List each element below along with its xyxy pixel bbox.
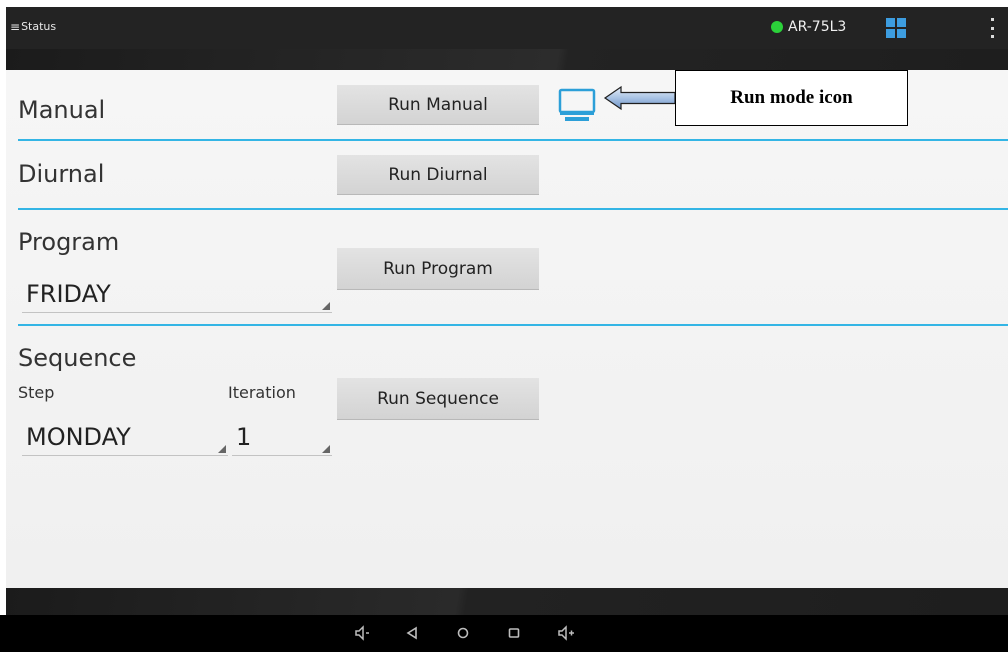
manual-divider: [18, 139, 1008, 141]
grid-icon[interactable]: [886, 18, 906, 38]
overflow-menu-icon[interactable]: [990, 18, 994, 38]
hamburger-menu-icon: ≡: [10, 19, 21, 34]
iteration-selected: 1: [236, 423, 252, 451]
program-selected: FRIDAY: [26, 280, 111, 308]
dropdown-triangle-icon: [322, 445, 330, 453]
dropdown-triangle-icon: [218, 445, 226, 453]
run-diurnal-button[interactable]: Run Diurnal: [337, 155, 539, 195]
diurnal-divider: [18, 208, 1008, 210]
iteration-label: Iteration: [228, 383, 296, 402]
diurnal-title: Diurnal: [18, 160, 105, 188]
device-name: AR-75L3: [788, 19, 847, 35]
run-manual-button[interactable]: Run Manual: [337, 85, 539, 125]
step-label: Step: [18, 383, 55, 402]
connection-status-icon: [771, 21, 783, 33]
manual-title: Manual: [18, 96, 106, 124]
sequence-title: Sequence: [18, 344, 137, 372]
annotation-callout: Run mode icon: [675, 70, 908, 126]
run-panel: Manual Run Manual Diurnal Run Diurnal Pr…: [6, 70, 1008, 588]
back-icon[interactable]: [405, 624, 419, 642]
device-indicator[interactable]: AR-75L3: [771, 19, 846, 35]
recents-icon[interactable]: [506, 624, 522, 642]
program-spinner[interactable]: FRIDAY: [22, 270, 332, 313]
status-menu-button[interactable]: ≡ Status: [10, 20, 56, 33]
step-spinner[interactable]: MONDAY: [22, 410, 228, 456]
program-title: Program: [18, 228, 120, 256]
volume-down-icon[interactable]: [353, 624, 371, 642]
run-program-button[interactable]: Run Program: [337, 248, 539, 290]
app-screen: ≡ Status AR-75L3 Manual Run Manual Diurn…: [0, 0, 1008, 652]
action-bar: ≡ Status AR-75L3: [6, 7, 1008, 49]
program-divider: [18, 324, 1008, 326]
bottom-shadow-strip: [6, 588, 1008, 615]
top-shadow-strip: [6, 49, 1008, 70]
dropdown-triangle-icon: [322, 302, 330, 310]
status-menu-label: Status: [21, 20, 57, 33]
home-icon[interactable]: [455, 624, 471, 642]
monitor-icon: [558, 88, 596, 121]
step-selected: MONDAY: [26, 423, 131, 451]
annotation-arrow-icon: [603, 85, 676, 111]
iteration-spinner[interactable]: 1: [232, 410, 332, 456]
volume-up-icon[interactable]: [556, 624, 576, 642]
run-sequence-button[interactable]: Run Sequence: [337, 378, 539, 420]
system-nav-bar: [0, 615, 1008, 652]
